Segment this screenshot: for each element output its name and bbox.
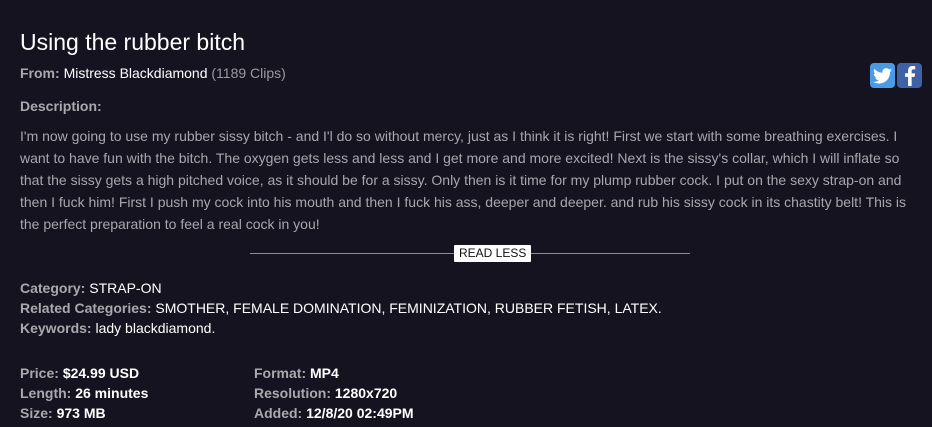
twitter-share-button[interactable] — [870, 63, 895, 88]
added-row: Added: 12/8/20 02:49PM — [254, 403, 414, 423]
related-category-link[interactable]: FEMALE DOMINATION — [233, 300, 381, 316]
format-value: MP4 — [310, 365, 339, 381]
size-row: Size: 973 MB — [20, 403, 148, 423]
resolution-label: Resolution: — [254, 385, 331, 401]
category-label: Category: — [20, 280, 86, 296]
related-category-link[interactable]: RUBBER FETISH — [495, 300, 607, 316]
keywords-label: Keywords: — [20, 320, 92, 336]
price-label: Price: — [20, 365, 59, 381]
category-line: Category: STRAP-ON — [20, 278, 162, 298]
resolution-value: 1280x720 — [334, 385, 398, 401]
size-label: Size: — [20, 405, 53, 421]
price-value: $24.99 USD — [62, 365, 140, 381]
specs-left-column: Price: $24.99 USD Length: 26 minutes Siz… — [20, 363, 148, 423]
related-categories-label: Related Categories: — [20, 300, 152, 316]
format-label: Format: — [254, 365, 307, 381]
length-value: 26 minutes — [75, 385, 149, 401]
category-link[interactable]: STRAP-ON — [89, 280, 161, 296]
specs-right-column: Format: MP4 Resolution: 1280x720 Added: … — [254, 363, 414, 423]
price-row: Price: $24.99 USD — [20, 363, 148, 383]
related-categories-line: Related Categories: SMOTHER, FEMALE DOMI… — [20, 300, 662, 316]
facebook-share-button[interactable] — [897, 63, 922, 88]
author-link[interactable]: Mistress Blackdiamond — [64, 65, 208, 81]
added-value: 12/8/20 02:49PM — [306, 405, 414, 421]
related-category-link[interactable]: LATEX — [615, 300, 658, 316]
from-label: From: — [20, 65, 60, 81]
related-category-link[interactable]: SMOTHER — [155, 300, 225, 316]
resolution-row: Resolution: 1280x720 — [254, 383, 414, 403]
added-label: Added: — [254, 405, 303, 421]
clip-count: (1189 Clips) — [211, 65, 286, 81]
twitter-icon — [873, 67, 892, 84]
length-label: Length: — [20, 385, 72, 401]
clip-title: Using the rubber bitch — [20, 29, 246, 55]
description-text: I'm now going to use my rubber sissy bit… — [20, 128, 907, 232]
related-category-link[interactable]: FEMINIZATION — [389, 300, 487, 316]
description-label: Description: — [20, 98, 102, 114]
share-buttons — [870, 63, 922, 88]
format-row: Format: MP4 — [254, 363, 414, 383]
from-line: From: Mistress Blackdiamond (1189 Clips) — [20, 64, 286, 82]
length-row: Length: 26 minutes — [20, 383, 148, 403]
keyword-link[interactable]: lady blackdiamond — [95, 320, 211, 336]
facebook-icon — [904, 65, 915, 86]
keywords-line: Keywords: lady blackdiamond. — [20, 320, 216, 336]
read-less-button[interactable]: READ LESS — [454, 245, 532, 262]
size-value: 973 MB — [56, 405, 106, 421]
